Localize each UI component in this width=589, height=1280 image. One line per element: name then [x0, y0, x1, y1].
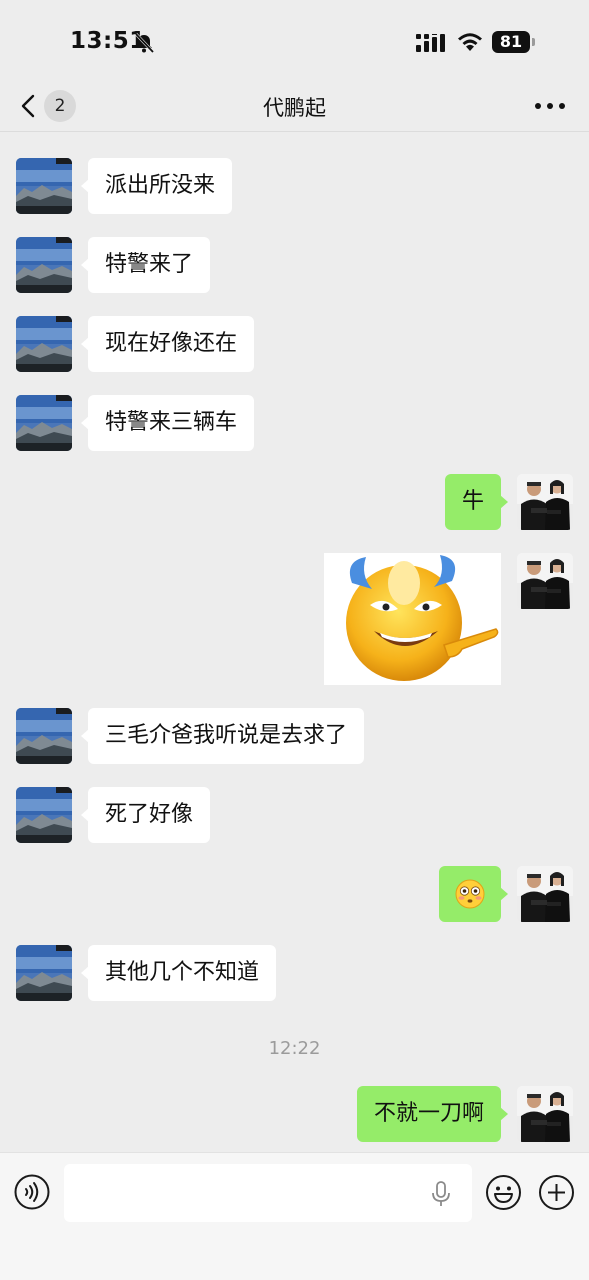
input-bar — [0, 1152, 589, 1280]
battery-icon: 81 — [492, 31, 536, 53]
message-bubble[interactable]: 特警来了 — [80, 237, 211, 293]
chat-title: 代鹏起 — [263, 96, 326, 120]
contact-avatar[interactable] — [16, 237, 72, 293]
message-bubble[interactable] — [439, 866, 508, 922]
emoji-button[interactable] — [485, 1174, 522, 1211]
message-outgoing — [0, 866, 589, 922]
message-bubble[interactable]: 现在好像还在 — [80, 316, 255, 372]
plus-button[interactable] — [538, 1174, 575, 1211]
chevron-left-icon — [21, 94, 35, 118]
user-avatar[interactable] — [517, 866, 573, 922]
message-bubble[interactable]: 其他几个不知道 — [80, 945, 277, 1001]
microphone-icon[interactable] — [430, 1181, 452, 1207]
message-bubble[interactable]: 牛 — [444, 474, 509, 530]
contact-avatar[interactable] — [16, 787, 72, 843]
voice-input-button[interactable] — [14, 1174, 50, 1210]
chat-header: 2 代鹏起 — [0, 80, 589, 132]
contact-avatar[interactable] — [16, 708, 72, 764]
wifi-icon — [458, 33, 482, 51]
user-avatar[interactable] — [517, 1086, 573, 1142]
status-bar: 13:51 81 — [0, 0, 589, 80]
message-bubble[interactable]: 三毛介爸我听说是去求了 — [80, 708, 365, 764]
bell-slash-icon — [134, 32, 155, 54]
message-outgoing: 不就一刀啊 — [0, 1086, 589, 1142]
contact-avatar[interactable] — [16, 395, 72, 451]
pointing-emoji-sticker-icon — [324, 553, 501, 685]
message-bubble[interactable]: 死了好像 — [80, 787, 211, 843]
back-button[interactable]: 2 — [18, 88, 80, 124]
flushed-face-emoji-icon — [455, 879, 485, 909]
signal-icon — [416, 34, 445, 52]
user-avatar[interactable] — [517, 553, 573, 609]
contact-avatar[interactable] — [16, 945, 72, 1001]
contact-avatar[interactable] — [16, 316, 72, 372]
contact-avatar[interactable] — [16, 158, 72, 214]
sticker-image[interactable] — [324, 553, 501, 685]
message-bubble[interactable]: 特警来三辆车 — [80, 395, 255, 451]
more-options-button[interactable] — [532, 94, 568, 118]
user-avatar[interactable] — [517, 474, 573, 530]
message-input[interactable] — [64, 1164, 472, 1222]
unread-count-badge: 2 — [44, 90, 76, 122]
message-timestamp: 12:22 — [268, 1038, 321, 1059]
message-bubble[interactable]: 不就一刀啊 — [356, 1086, 509, 1142]
message-outgoing: 牛 — [0, 474, 589, 530]
battery-level: 81 — [492, 31, 530, 53]
message-bubble[interactable]: 派出所没来 — [80, 158, 233, 214]
